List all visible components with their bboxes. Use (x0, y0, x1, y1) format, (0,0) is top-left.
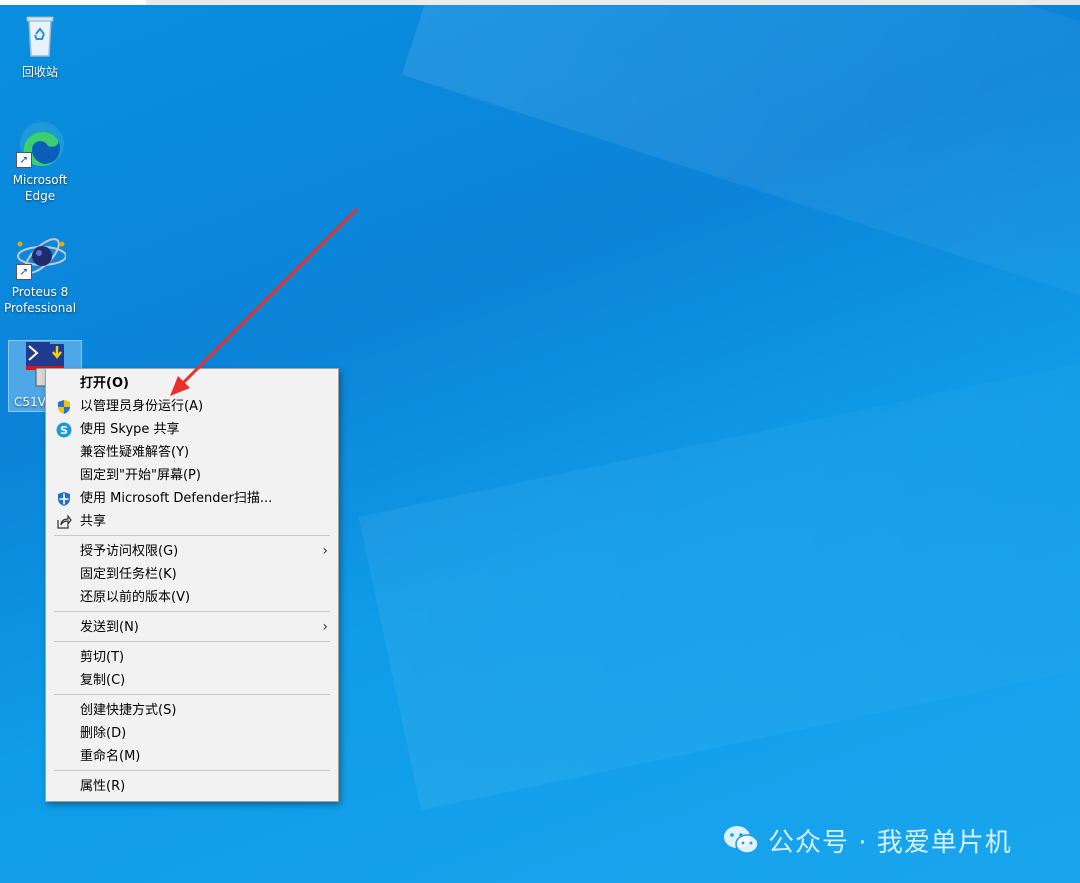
watermark-text: 公众号 · 我爱单片机 (768, 827, 1012, 858)
annotation-arrow (170, 207, 359, 396)
wechat-icon (724, 826, 759, 854)
watermark: 公众号 · 我爱单片机 (722, 822, 1012, 858)
